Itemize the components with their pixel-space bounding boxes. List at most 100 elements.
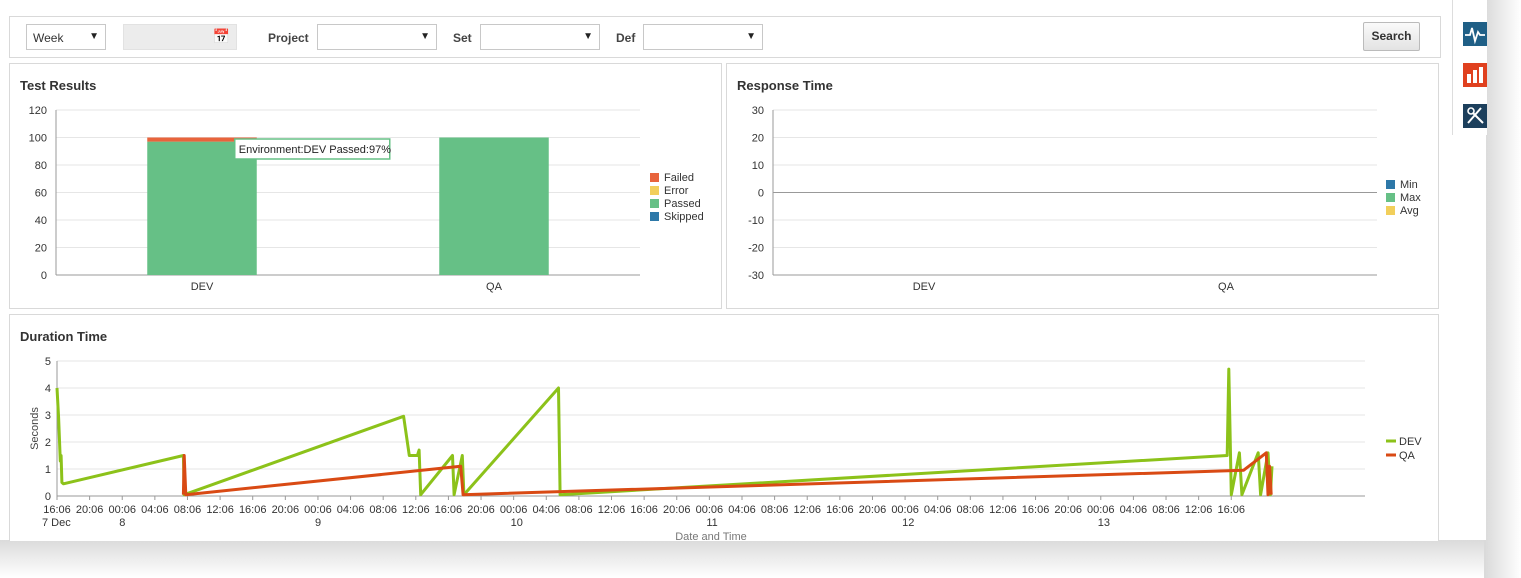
legend-swatch xyxy=(650,186,659,195)
chevron-down-icon: ▼ xyxy=(583,31,593,42)
activity-monitor-icon[interactable] xyxy=(1463,22,1487,46)
y-tick-label: 30 xyxy=(752,105,764,117)
search-button[interactable]: Search xyxy=(1363,22,1420,51)
y-tick-label: 5 xyxy=(45,356,51,368)
y-tick-label: 2 xyxy=(45,437,51,449)
x-tick-label: 04:06 xyxy=(728,504,756,516)
x-tick-label: 16:06 xyxy=(1022,504,1050,516)
page-shadow-right xyxy=(1484,0,1521,578)
x-tick-label: QA xyxy=(486,281,503,293)
legend-swatch xyxy=(650,199,659,208)
bar-passed xyxy=(439,137,549,275)
y-tick-label: 20 xyxy=(752,133,764,145)
legend-swatch xyxy=(1386,206,1395,215)
x-tick-label: 04:06 xyxy=(1120,504,1148,516)
y-tick-label: 0 xyxy=(45,491,51,503)
project-select[interactable]: ▼ xyxy=(317,24,437,50)
duration-time-panel: Duration Time 0 1 2 3 4 5 16:06 20:06 00:06 04:06… xyxy=(9,314,1439,541)
x-tick-label: 12:06 xyxy=(793,504,821,516)
x-tick-label: 08:06 xyxy=(957,504,985,516)
x-tick-label: 08:06 xyxy=(761,504,789,516)
y-tick-label: 10 xyxy=(752,160,764,172)
x-tick-label: 00:06 xyxy=(500,504,528,516)
x-date-label: 13 xyxy=(1098,517,1110,529)
legend-swatch xyxy=(650,173,659,182)
y-tick-label: 40 xyxy=(35,215,47,227)
def-select[interactable]: ▼ xyxy=(643,24,763,50)
x-tick-label: 04:06 xyxy=(924,504,952,516)
y-tick-label: 1 xyxy=(45,464,51,476)
series-line-qa xyxy=(181,451,1273,497)
x-tick-label: QA xyxy=(1218,281,1235,293)
y-tick-label: 60 xyxy=(35,188,47,200)
set-select[interactable]: ▼ xyxy=(480,24,600,50)
response-time-chart: -30 -20 -10 0 10 20 30 DEV QA MinMaxAvg xyxy=(748,105,1421,293)
x-date-label: 8 xyxy=(119,517,125,529)
x-tick-label: 12:06 xyxy=(1185,504,1213,516)
period-select-value: Week xyxy=(33,31,64,45)
test-results-chart: 0 20 40 60 80 100 120 DEV QA FailedErrorPassedSki… xyxy=(29,105,704,293)
legend-swatch xyxy=(1386,180,1395,189)
x-tick-label: DEV xyxy=(913,281,936,293)
chevron-down-icon: ▼ xyxy=(89,31,99,42)
x-tick-label: 08:06 xyxy=(565,504,593,516)
x-tick-label: 16:06 xyxy=(630,504,658,516)
x-tick-label: 20:06 xyxy=(272,504,300,516)
x-tick-label: 12:06 xyxy=(402,504,430,516)
y-tick-label: 4 xyxy=(45,383,51,395)
duration-time-chart: 01234516:06 20:06 00:06 04:06 08:06 12:06 16:0… xyxy=(29,356,1422,541)
period-select[interactable]: Week ▼ xyxy=(26,24,106,50)
y-axis-title: Seconds xyxy=(29,407,41,450)
bar-passed xyxy=(147,141,257,275)
x-tick-label: 16:06 xyxy=(239,504,267,516)
response-time-panel: Response Time -30 -20 -10 0 10 20 30 DEV QA Min Ma… xyxy=(726,63,1439,309)
x-tick-label: 16:06 xyxy=(826,504,854,516)
date-picker-input[interactable]: 📅 xyxy=(123,24,237,50)
test-results-panel: Test Results 0 20 40 60 80 100 120 DEV QA Failed E… xyxy=(9,63,722,309)
dashboard-frame: Week ▼ 📅 Project ▼ Set ▼ Def ▼ Search Te… xyxy=(0,0,1487,541)
page-shadow-bottom xyxy=(0,538,1521,578)
legend-swatch xyxy=(650,212,659,221)
legend-label: Min xyxy=(1400,179,1418,191)
x-date-label: 10 xyxy=(511,517,523,529)
x-tick-label: 20:06 xyxy=(467,504,495,516)
x-date-label: 7 Dec xyxy=(42,517,71,529)
chevron-down-icon: ▼ xyxy=(746,31,756,42)
y-tick-label: 0 xyxy=(758,188,764,200)
tools-icon[interactable] xyxy=(1463,104,1487,128)
x-tick-label: 00:06 xyxy=(891,504,919,516)
x-tick-label: 16:06 xyxy=(435,504,463,516)
x-tick-label: 12:06 xyxy=(206,504,234,516)
legend-label: Passed xyxy=(664,198,701,210)
x-tick-label: 12:06 xyxy=(598,504,626,516)
project-label: Project xyxy=(268,31,309,45)
set-label: Set xyxy=(453,31,472,45)
x-tick-label: 08:06 xyxy=(174,504,202,516)
y-tick-label: -10 xyxy=(748,215,764,227)
y-tick-label: 20 xyxy=(35,243,47,255)
y-tick-label: 80 xyxy=(35,160,47,172)
legend-label: Skipped xyxy=(664,211,704,223)
x-tick-label: 00:06 xyxy=(304,504,332,516)
chevron-down-icon: ▼ xyxy=(420,31,430,42)
x-tick-label: DEV xyxy=(191,281,214,293)
x-tick-label: 08:06 xyxy=(369,504,397,516)
x-tick-label: 00:06 xyxy=(1087,504,1115,516)
x-tick-label: 16:06 xyxy=(43,504,71,516)
x-tick-label: 12:06 xyxy=(989,504,1017,516)
x-tick-label: 08:06 xyxy=(1152,504,1180,516)
x-date-label: 9 xyxy=(315,517,321,529)
calendar-icon[interactable]: 📅 xyxy=(213,28,230,45)
legend-label: Avg xyxy=(1400,205,1419,217)
x-tick-label: 04:06 xyxy=(141,504,169,516)
x-date-label: 11 xyxy=(706,517,717,529)
x-axis-title: Date and Time xyxy=(675,531,747,541)
bar-chart-icon[interactable] xyxy=(1463,63,1487,87)
y-tick-label: -30 xyxy=(748,270,764,282)
x-date-label: 12 xyxy=(902,517,914,529)
y-tick-label: 120 xyxy=(29,105,47,117)
x-tick-label: 16:06 xyxy=(1217,504,1245,516)
legend-label: Max xyxy=(1400,192,1421,204)
x-tick-label: 00:06 xyxy=(696,504,724,516)
x-tick-label: 04:06 xyxy=(533,504,561,516)
